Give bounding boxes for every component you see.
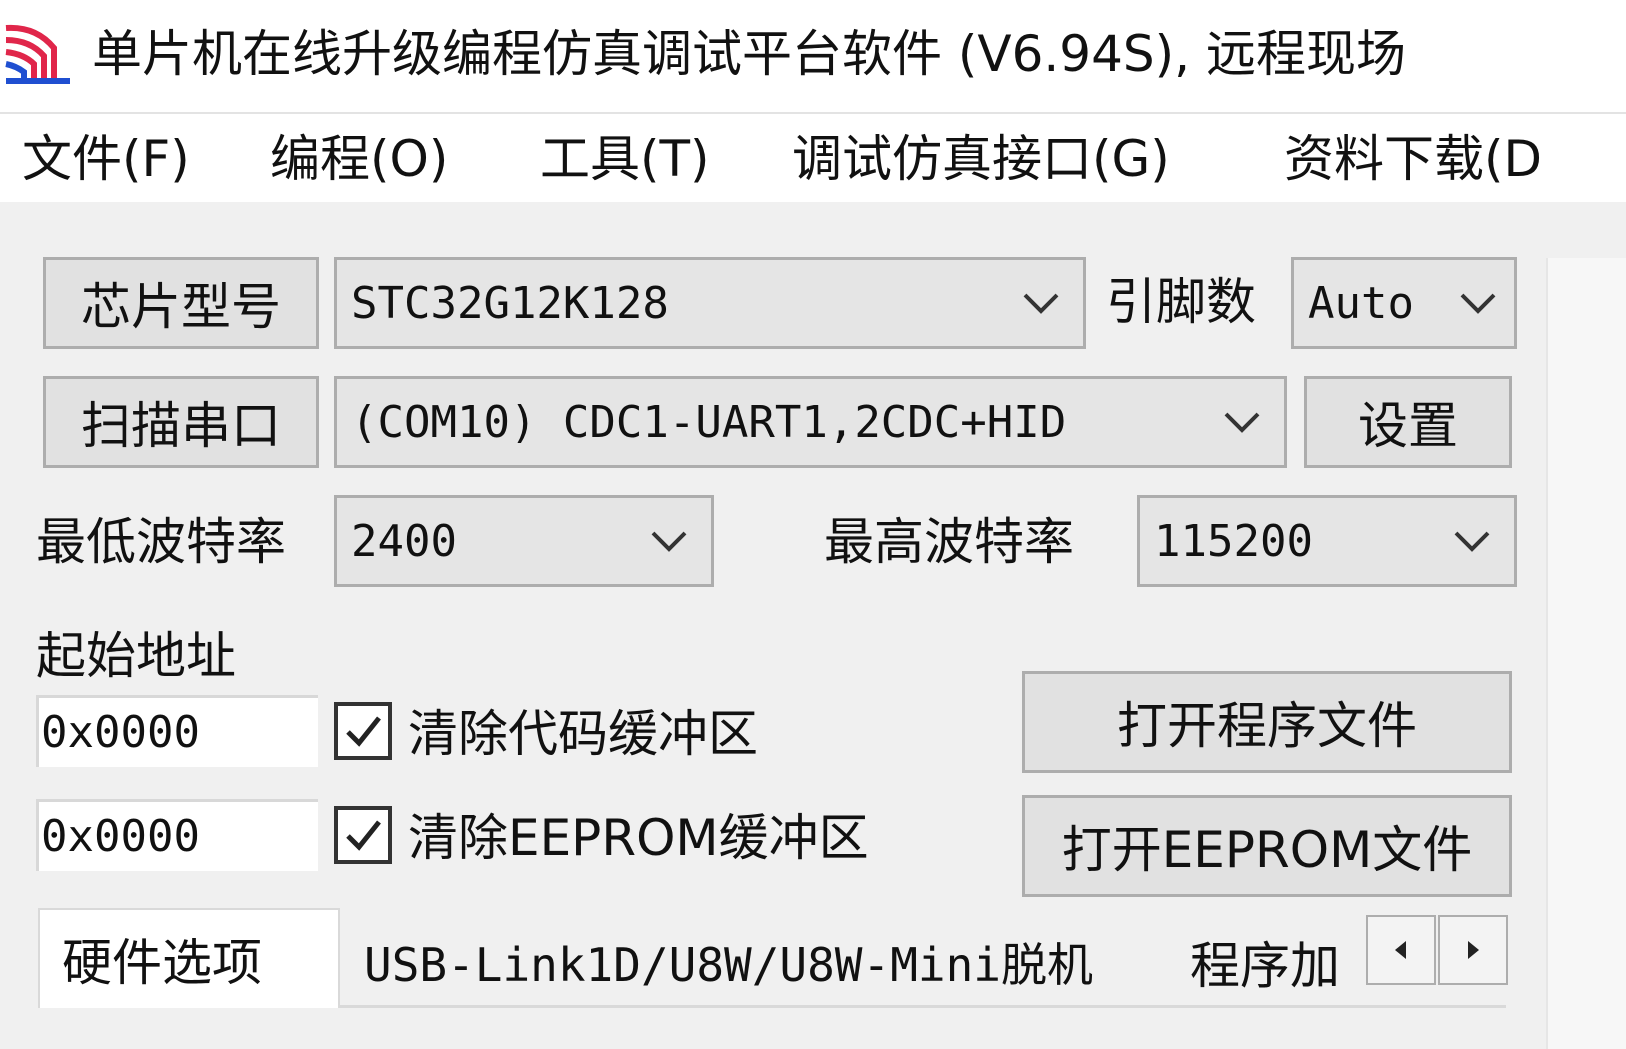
menu-file[interactable]: 文件(F) (22, 128, 190, 190)
code-address-input[interactable]: 0x0000 (36, 695, 318, 767)
min-baud-label: 最低波特率 (36, 513, 286, 571)
min-baud-select[interactable]: 2400 (334, 495, 714, 587)
pins-label: 引脚数 (1106, 273, 1256, 331)
eeprom-address-input[interactable]: 0x0000 (36, 799, 318, 871)
tab-scroll-right-button[interactable] (1438, 915, 1508, 985)
tab-hardware-options[interactable]: 硬件选项 (38, 908, 340, 1008)
stc-logo-icon (5, 24, 70, 84)
pins-select[interactable]: Auto (1291, 257, 1517, 349)
chevron-down-icon (651, 531, 687, 552)
chevron-down-icon (1460, 293, 1496, 314)
tab-program-encrypt[interactable]: 程序加 (1166, 918, 1362, 1006)
chip-model-select[interactable]: STC32G12K128 (334, 257, 1086, 349)
chevron-down-icon (1454, 531, 1490, 552)
menu-program[interactable]: 编程(O) (270, 128, 448, 190)
menu-tools[interactable]: 工具(T) (540, 128, 710, 190)
max-baud-label: 最高波特率 (824, 513, 1074, 571)
chip-model-value: STC32G12K128 (351, 277, 669, 329)
port-value: (COM10) CDC1-UART1,2CDC+HID (351, 396, 1067, 448)
pins-value: Auto (1308, 277, 1414, 329)
clear-code-label[interactable]: 清除代码缓冲区 (408, 704, 758, 764)
clear-eeprom-checkbox[interactable] (334, 806, 392, 864)
window-title: 单片机在线升级编程仿真调试平台软件 (V6.94S), 远程现场 (92, 25, 1406, 83)
title-bar: 单片机在线升级编程仿真调试平台软件 (V6.94S), 远程现场 (0, 0, 1626, 114)
chevron-down-icon (1023, 293, 1059, 314)
checkmark-icon (346, 716, 381, 747)
start-address-label: 起始地址 (36, 627, 236, 685)
tab-usb-link-offline[interactable]: USB-Link1D/U8W/U8W-Mini脱机 (342, 918, 1162, 1006)
open-program-file-button[interactable]: 打开程序文件 (1022, 671, 1512, 773)
menu-debug-interface[interactable]: 调试仿真接口(G) (792, 128, 1170, 190)
open-eeprom-file-button[interactable]: 打开EEPROM文件 (1022, 795, 1512, 897)
clear-eeprom-label[interactable]: 清除EEPROM缓冲区 (408, 808, 869, 868)
max-baud-value: 115200 (1154, 515, 1313, 567)
triangle-left-icon (1395, 941, 1406, 959)
port-settings-button[interactable]: 设置 (1304, 376, 1512, 468)
chip-model-button[interactable]: 芯片型号 (43, 257, 319, 349)
right-panel-edge (1546, 258, 1626, 1049)
clear-code-checkbox[interactable] (334, 702, 392, 760)
max-baud-select[interactable]: 115200 (1137, 495, 1517, 587)
checkmark-icon (346, 820, 381, 851)
tab-scroll-left-button[interactable] (1366, 915, 1436, 985)
menu-downloads[interactable]: 资料下载(D (1284, 128, 1542, 190)
chevron-down-icon (1224, 412, 1260, 433)
scan-port-button[interactable]: 扫描串口 (43, 376, 319, 468)
triangle-right-icon (1468, 941, 1479, 959)
min-baud-value: 2400 (351, 515, 457, 567)
port-select[interactable]: (COM10) CDC1-UART1,2CDC+HID (334, 376, 1287, 468)
menu-bar: 文件(F) 编程(O) 工具(T) 调试仿真接口(G) 资料下载(D (0, 114, 1626, 203)
